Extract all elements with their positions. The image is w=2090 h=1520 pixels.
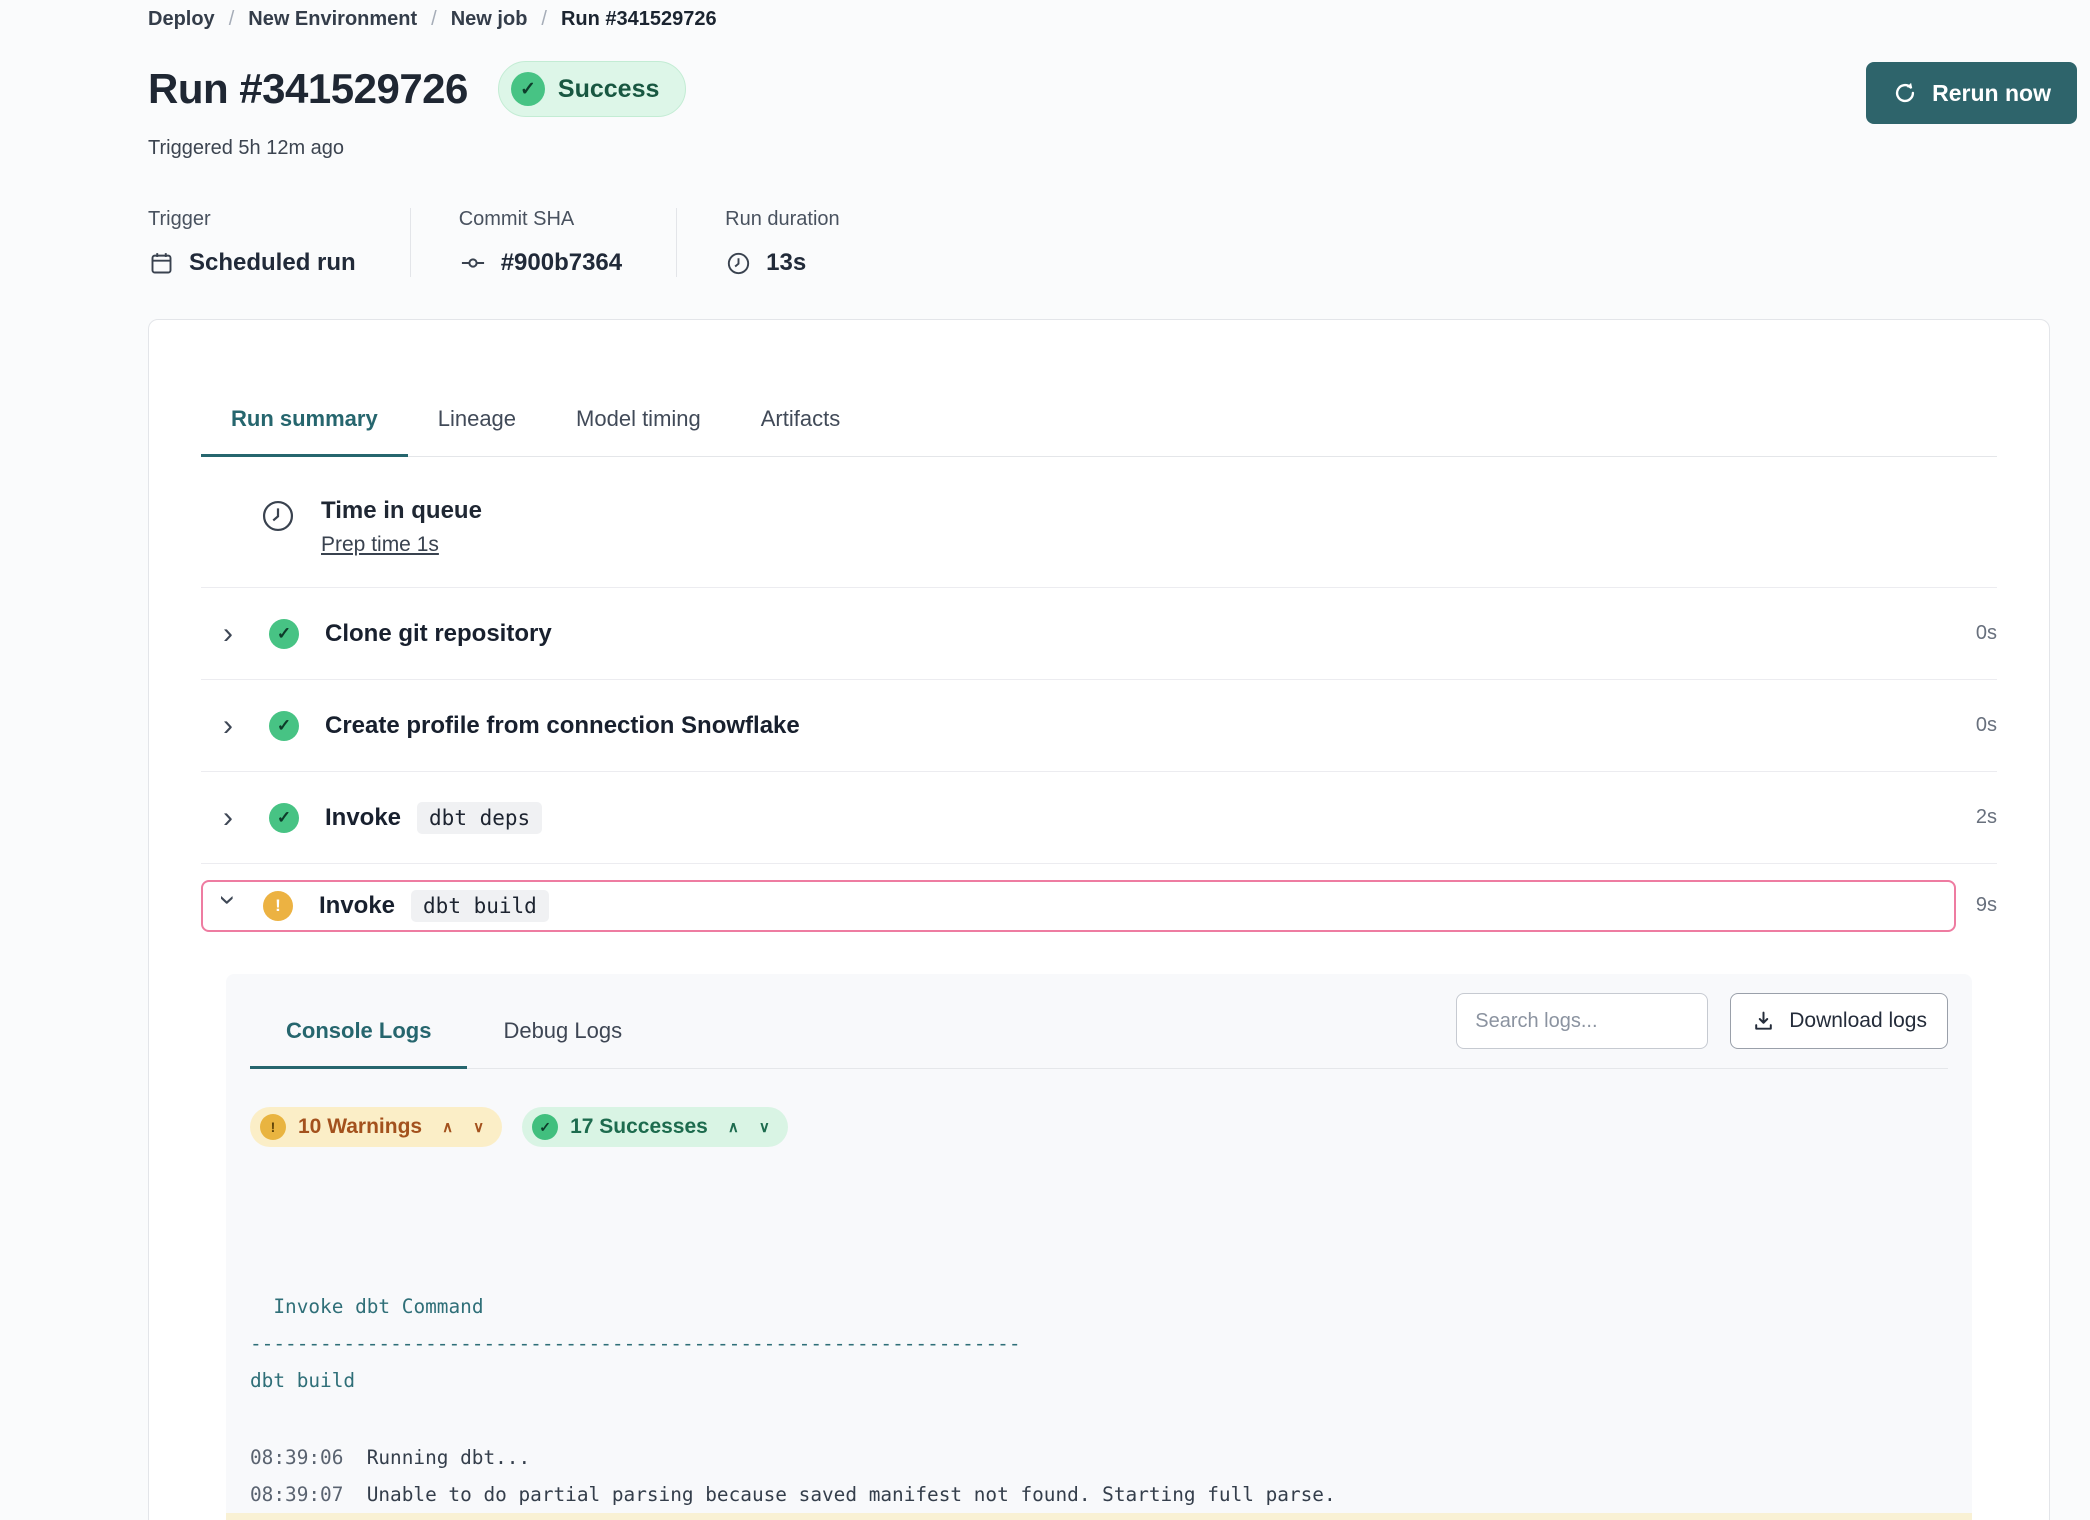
run-summary-card: Run summaryLineageModel timingArtifacts … [148,319,2050,1520]
meta-commit-value: #900b7364 [501,249,622,277]
step-row[interactable]: › Invoke dbt build 9s [201,864,1997,974]
run-detail-page: Deploy New Environment New job Run #3415297… [0,0,2090,1520]
breadcrumb-current: Run #341529726 [561,8,717,31]
caret-up-icon[interactable]: ∧ [442,1118,453,1136]
step-duration: 0s [1976,714,1997,737]
pill-status-icon [532,1114,558,1140]
pill-label: 10 Warnings [298,1115,422,1139]
download-logs-button[interactable]: Download logs [1730,993,1948,1049]
time-in-queue-section: Time in queue Prep time 1s [201,457,1997,588]
meta-duration-label: Run duration [725,208,840,231]
step-command-chip: dbt build [411,890,549,922]
status-badge: ✓ Success [498,61,686,117]
clock-icon [725,250,752,277]
caret-up-icon[interactable]: ∧ [728,1118,739,1136]
breadcrumb: Deploy New Environment New job Run #3415297… [148,0,2077,31]
pill-label: 17 Successes [570,1115,708,1139]
log-count-pill[interactable]: 17 Successes ∧ ∨ [522,1107,788,1147]
step-command-chip: dbt deps [417,802,542,834]
chevron-right-icon[interactable]: › [223,803,245,833]
log-line: 08:39:06 Running dbt... [250,1439,1948,1476]
step-label: Clone git repository [325,620,552,648]
breadcrumb-link[interactable]: Deploy [148,8,234,31]
step-row[interactable]: › Invoke dbt deps 2s [201,772,1997,864]
step-status-icon [263,891,293,921]
step-list: › Clone git repository 0s › Create profi… [201,588,1997,974]
meta-trigger: Trigger Scheduled run [148,208,410,277]
rerun-now-label: Rerun now [1932,80,2051,107]
rerun-now-button[interactable]: Rerun now [1866,62,2077,124]
queue-clock-icon [259,497,297,557]
step-duration: 2s [1976,806,1997,829]
git-commit-icon [459,249,487,277]
refresh-icon [1892,80,1918,106]
meta-trigger-value: Scheduled run [189,249,356,277]
meta-trigger-label: Trigger [148,208,356,231]
log-message: Unable to do partial parsing because sav… [367,1483,1336,1506]
log-command-line: ----------------------------------------… [250,1325,1948,1362]
chevron-right-icon[interactable]: › [223,619,245,649]
logs-panel: Console LogsDebug Logs Download logs [226,974,1972,1520]
triggered-timestamp: Triggered 5h 12m ago [148,137,2077,160]
log-tab[interactable]: Debug Logs [467,1018,658,1069]
caret-down-icon[interactable]: ∨ [759,1118,770,1136]
run-tab[interactable]: Lineage [408,394,546,457]
log-count-pill[interactable]: 10 Warnings ∧ ∨ [250,1107,502,1147]
prep-time-link[interactable]: Prep time 1s [321,533,439,557]
calendar-icon [148,250,175,277]
meta-commit-label: Commit SHA [459,208,622,231]
caret-down-icon[interactable]: ∨ [473,1118,484,1136]
search-logs-input[interactable] [1456,993,1708,1049]
download-icon [1751,1009,1776,1034]
log-timestamp: 08:39:06 [250,1446,343,1469]
step-duration: 0s [1976,622,1997,645]
download-logs-label: Download logs [1789,1009,1927,1033]
log-lines: 08:39:06 Running dbt... 08:39:07 Unable to… [250,1439,1948,1520]
log-command-header: Invoke dbt Command----------------------… [250,1177,1948,1399]
meta-duration-value: 13s [766,249,806,277]
log-command-line: dbt build [250,1362,1948,1399]
console-log-output: Invoke dbt Command----------------------… [250,1177,1948,1520]
breadcrumb-link[interactable]: New job [451,8,547,31]
log-timestamp: 08:39:07 [250,1483,343,1506]
meta-commit: Commit SHA #900b7364 [410,208,676,277]
step-duration: 9s [1976,894,1997,917]
run-tabs: Run summaryLineageModel timingArtifacts [201,394,1997,457]
chevron-right-icon[interactable]: › [213,895,243,917]
run-tab[interactable]: Run summary [201,394,408,457]
run-meta: Trigger Scheduled run Commit SHA [148,208,2077,277]
pill-status-icon [260,1114,286,1140]
log-line: 08:39:07 Unable to do partial parsing bec… [250,1476,1948,1513]
step-status-icon [269,711,299,741]
log-tab[interactable]: Console Logs [250,1018,467,1069]
page-title: Run #341529726 [148,65,468,113]
breadcrumb-link[interactable]: New Environment [248,8,436,31]
chevron-right-icon[interactable]: › [223,711,245,741]
status-badge-label: Success [558,75,659,104]
run-tab[interactable]: Artifacts [731,394,870,457]
log-summary-badges: 10 Warnings ∧ ∨ 17 Successes ∧ ∨ [250,1107,1948,1147]
run-tab[interactable]: Model timing [546,394,731,457]
step-status-icon [269,619,299,649]
log-command-line: Invoke dbt Command [250,1288,1948,1325]
meta-duration: Run duration 13s [676,208,894,277]
queue-title: Time in queue [321,497,482,525]
step-label: Invoke [319,892,395,920]
step-label: Create profile from connection Snowflake [325,712,800,740]
step-row[interactable]: › Create profile from connection Snowfla… [201,680,1997,772]
log-message: Running dbt... [367,1446,530,1469]
step-row[interactable]: › Clone git repository 0s [201,588,1997,680]
log-line: 08:39:08WARNINGDid not find matching nod… [226,1513,1972,1520]
check-circle-icon: ✓ [511,72,545,106]
step-label: Invoke [325,804,401,832]
step-status-icon [269,803,299,833]
